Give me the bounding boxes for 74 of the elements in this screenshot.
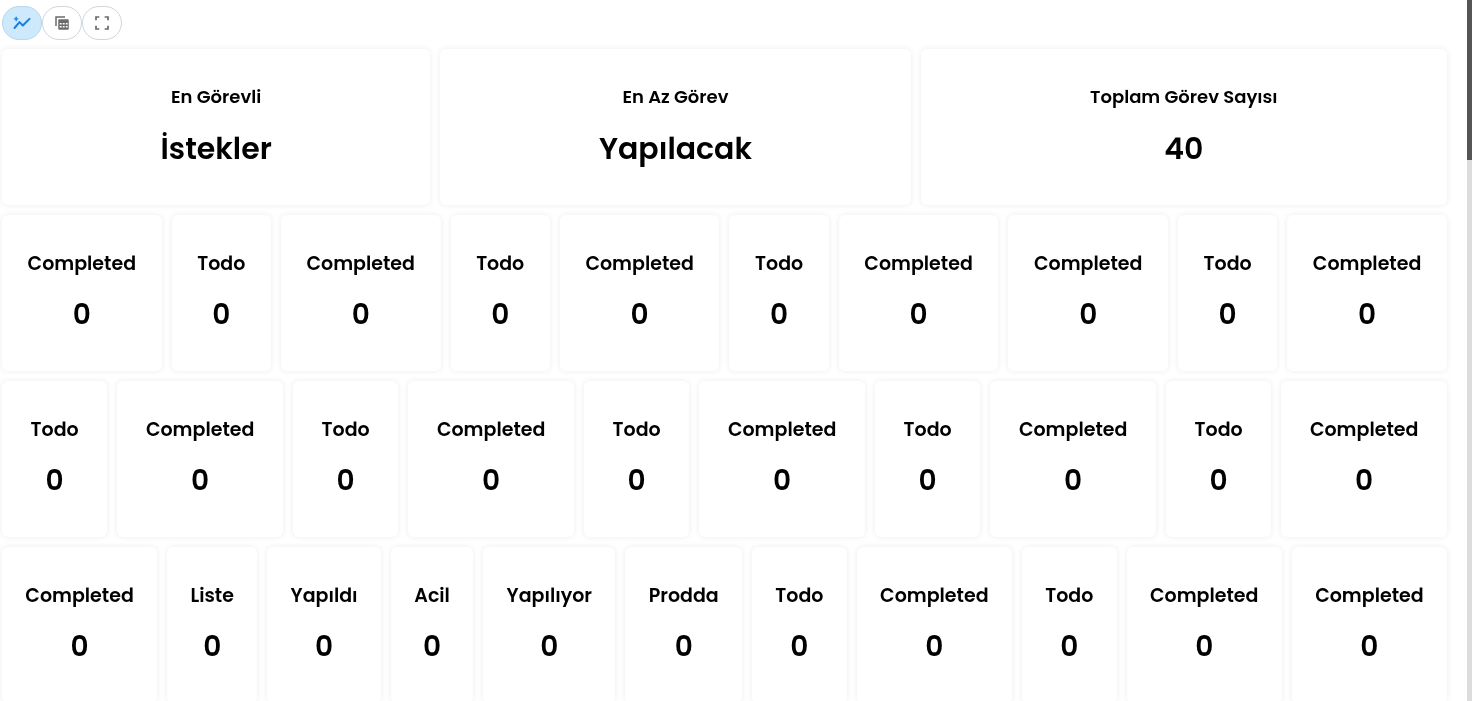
status-label: Prodda (648, 581, 719, 611)
status-count: 0 (540, 626, 559, 669)
status-label: Completed (864, 249, 973, 279)
status-label: Yapılıyor (506, 581, 592, 611)
status-label: Completed (1315, 581, 1424, 611)
status-label: Todo (612, 415, 661, 445)
summary-value: İstekler (160, 126, 272, 171)
status-count: 0 (773, 460, 792, 503)
status-count: 0 (790, 626, 809, 669)
status-count: 0 (909, 294, 928, 337)
status-label: Completed (880, 581, 989, 611)
status-label: Todo (30, 415, 79, 445)
status-count: 0 (191, 460, 210, 503)
status-count: 0 (482, 460, 501, 503)
status-count: 0 (1355, 460, 1374, 503)
status-count: 0 (423, 626, 442, 669)
status-count: 0 (45, 460, 64, 503)
status-count: 0 (1079, 294, 1098, 337)
status-label: Completed (585, 249, 694, 279)
status-count: 0 (70, 626, 89, 669)
status-count: 0 (203, 626, 222, 669)
status-count: 0 (1358, 294, 1377, 337)
status-count: 0 (674, 626, 693, 669)
status-count: 0 (770, 294, 789, 337)
status-label: Completed (1033, 249, 1143, 279)
status-count: 0 (1209, 460, 1228, 503)
status-label: Todo (321, 415, 370, 445)
status-label: Completed (1312, 249, 1422, 279)
status-label: Completed (27, 249, 137, 279)
status-count: 0 (212, 294, 231, 337)
status-count: 0 (1218, 294, 1237, 337)
status-count: 0 (491, 294, 510, 337)
status-count: 0 (72, 294, 91, 337)
status-label: Todo (476, 249, 525, 279)
status-label: Todo (755, 249, 804, 279)
status-label: Liste (190, 581, 234, 611)
status-count: 0 (315, 626, 334, 669)
status-label: Completed (436, 415, 546, 445)
status-count: 0 (351, 294, 370, 337)
status-label: Todo (1194, 415, 1243, 445)
status-label: Completed (1018, 415, 1128, 445)
status-label: Completed (306, 249, 415, 279)
status-count: 0 (1060, 626, 1079, 669)
status-count: 0 (630, 294, 649, 337)
summary-value: Yapılacak (598, 126, 752, 171)
status-count: 0 (1195, 626, 1214, 669)
summary-value: 40 (1164, 126, 1204, 171)
summary-label: En Görevli (171, 83, 262, 110)
status-count: 0 (1360, 626, 1379, 669)
calculator-icon (53, 14, 71, 32)
status-label: Completed (145, 415, 255, 445)
scrollbar[interactable] (1467, 0, 1472, 701)
fullscreen-view-button[interactable] (82, 6, 122, 40)
table-view-button[interactable] (42, 6, 82, 40)
status-count: 0 (627, 460, 646, 503)
status-label: Completed (1150, 581, 1259, 611)
status-label: Todo (1203, 249, 1252, 279)
status-count: 0 (918, 460, 937, 503)
status-label: Completed (1309, 415, 1419, 445)
status-label: Todo (1045, 581, 1094, 611)
status-count: 0 (1064, 460, 1083, 503)
status-count: 0 (925, 626, 944, 669)
summary-label: En Az Görev (622, 83, 729, 110)
summary-label: Toplam Görev Sayısı (1090, 83, 1278, 110)
status-count: 0 (336, 460, 355, 503)
status-label: Todo (197, 249, 246, 279)
status-label: Todo (903, 415, 952, 445)
status-label: Todo (775, 581, 824, 611)
fullscreen-icon (94, 15, 110, 31)
chart-view-button[interactable] (2, 6, 42, 40)
status-label: Acil (414, 581, 450, 611)
status-label: Completed (25, 581, 134, 611)
status-label: Completed (727, 415, 837, 445)
status-label: Yapıldı (290, 581, 358, 611)
